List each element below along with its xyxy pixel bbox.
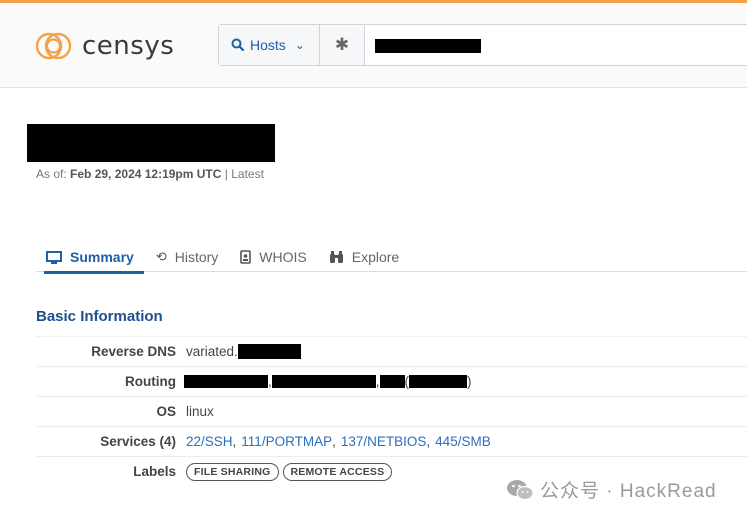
info-label: Labels	[133, 464, 176, 479]
tab-summary[interactable]: Summary	[36, 242, 144, 274]
redacted-routing-country	[379, 375, 405, 388]
gear-icon: ✱	[334, 35, 350, 54]
search-bar: Hosts ⌄ ✱	[218, 24, 747, 66]
tab-explore[interactable]: Explore	[319, 242, 409, 272]
tab-summary-label: Summary	[70, 249, 134, 265]
service-link-netbios[interactable]: 137/NETBIOS	[341, 434, 427, 449]
watermark-text: 公众号 · HackRead	[540, 481, 717, 502]
censys-logo-mark	[36, 32, 72, 60]
search-input[interactable]	[365, 25, 747, 65]
header: censys Hosts ⌄ ✱	[0, 3, 747, 88]
as-of-date: Feb 29, 2024 12:19pm UTC	[70, 167, 222, 181]
label-badge-remote-access[interactable]: REMOTE ACCESS	[282, 462, 393, 481]
basic-info-table: Reverse DNS variated. Routing , , () OS …	[36, 336, 747, 486]
host-title-redacted	[27, 124, 275, 162]
host-tabs: Summary ⟲ History WHOIS Explore	[36, 242, 747, 274]
redacted-query	[375, 39, 481, 53]
routing-close-paren: )	[467, 374, 472, 389]
label-badge-file-sharing[interactable]: FILE SHARING	[186, 462, 279, 481]
info-label: Services (4)	[100, 434, 176, 449]
tab-history[interactable]: ⟲ History	[146, 242, 228, 272]
tab-whois[interactable]: WHOIS	[230, 242, 316, 272]
monitor-icon	[46, 250, 62, 264]
info-row-services: Services (4) 22/SSH, 111/PORTMAP, 137/NE…	[36, 426, 747, 456]
wechat-icon	[507, 479, 534, 500]
separator: ,	[332, 434, 336, 449]
section-title-basic-information: Basic Information	[36, 308, 163, 325]
service-link-portmap[interactable]: 111/PORTMAP	[241, 434, 332, 449]
info-label: Reverse DNS	[91, 344, 176, 359]
info-row-reverse-dns: Reverse DNS variated.	[36, 336, 747, 366]
labels-list: FILE SHARING REMOTE ACCESS	[186, 462, 396, 481]
info-label: Routing	[125, 374, 176, 389]
info-label: OS	[156, 404, 176, 419]
routing-value: , , ()	[184, 374, 472, 389]
info-row-os: OS linux	[36, 396, 747, 426]
as-of-suffix: | Latest	[224, 167, 264, 181]
separator: ,	[426, 434, 431, 449]
tab-whois-label: WHOIS	[259, 249, 307, 265]
watermark: 公众号 · HackRead	[506, 476, 717, 503]
brand-name: censys	[82, 31, 175, 61]
service-link-smb[interactable]: 445/SMB	[435, 434, 491, 449]
search-icon	[231, 38, 245, 52]
reverse-dns-value: variated.	[186, 344, 301, 359]
redacted-routing-asn-link[interactable]	[409, 375, 468, 388]
redacted-routing-prefix	[184, 375, 268, 388]
tab-history-label: History	[174, 249, 219, 265]
tab-explore-label: Explore	[351, 249, 400, 265]
censys-logo[interactable]: censys	[36, 30, 174, 62]
search-settings-button[interactable]: ✱	[320, 25, 365, 65]
history-icon: ⟲	[155, 249, 167, 264]
redacted-reverse-dns	[237, 344, 301, 359]
separator: ,	[232, 434, 237, 449]
binoculars-icon	[329, 250, 344, 264]
redacted-routing-name	[271, 375, 376, 388]
as-of-label: As of:	[36, 167, 67, 181]
reverse-dns-prefix: variated.	[186, 344, 238, 359]
info-row-routing: Routing , , ()	[36, 366, 747, 396]
as-of-line: As of: Feb 29, 2024 12:19pm UTC | Latest	[36, 167, 264, 181]
chevron-down-icon: ⌄	[294, 38, 305, 52]
service-link-ssh[interactable]: 22/SSH	[186, 434, 233, 449]
id-badge-icon	[240, 250, 252, 264]
services-list: 22/SSH, 111/PORTMAP, 137/NETBIOS, 445/SM…	[186, 434, 491, 449]
search-type-dropdown[interactable]: Hosts ⌄	[219, 25, 320, 65]
search-type-label: Hosts	[250, 37, 286, 53]
os-value: linux	[186, 404, 214, 419]
